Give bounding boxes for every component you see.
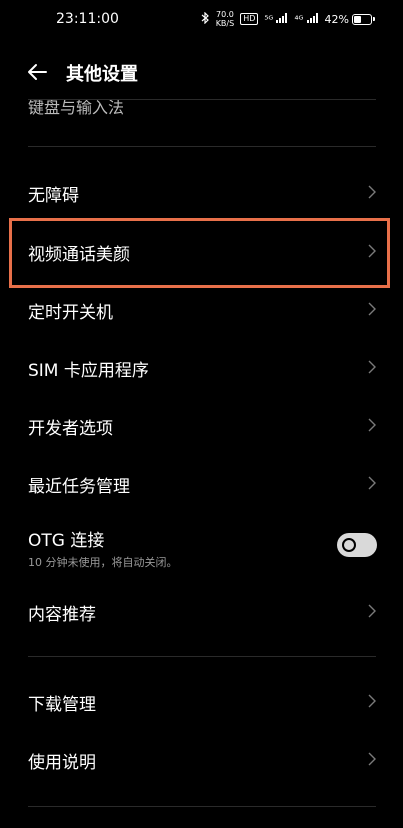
- list-item-developer-options[interactable]: 开发者选项: [0, 396, 403, 454]
- chevron-right-icon: [368, 604, 376, 618]
- bluetooth-icon: [200, 11, 210, 27]
- list-item-content-recommend[interactable]: 内容推荐: [0, 582, 403, 640]
- net-speed-unit: KB/S: [215, 19, 235, 28]
- item-label: 视频通话美颜: [28, 245, 130, 265]
- item-label: 下载管理: [28, 695, 96, 715]
- item-label: SIM 卡应用程序: [28, 361, 149, 381]
- back-arrow-icon[interactable]: [26, 61, 48, 83]
- chevron-right-icon: [368, 476, 376, 490]
- item-label: 无障碍: [28, 186, 79, 206]
- section-divider: [28, 146, 376, 147]
- item-label: 键盘与输入法: [28, 100, 125, 117]
- chevron-right-icon: [368, 302, 376, 316]
- item-label: 开发者选项: [28, 419, 113, 439]
- section-divider: [28, 656, 376, 657]
- otg-toggle[interactable]: [337, 533, 377, 557]
- item-label: 内容推荐: [28, 605, 96, 625]
- net-speed-value: 70.0: [216, 10, 234, 19]
- page-title: 其他设置: [66, 64, 138, 85]
- list-item-download-manager[interactable]: 下载管理: [0, 672, 403, 730]
- item-label: 使用说明: [28, 753, 96, 773]
- item-label: OTG 连接: [28, 531, 105, 551]
- section-divider: [28, 806, 376, 807]
- chevron-right-icon: [368, 360, 376, 374]
- status-bar: 23:11:00 70.0 KB/S HD ⁵ᴳ ⁴ᴳ 42%: [0, 0, 403, 38]
- list-item-video-call-beauty[interactable]: 视频通话美颜: [0, 222, 403, 280]
- status-icons: 70.0 KB/S HD ⁵ᴳ ⁴ᴳ 42%: [200, 10, 375, 28]
- signal-label-2: ⁴ᴳ: [294, 14, 304, 26]
- status-time: 23:11:00: [56, 11, 119, 27]
- chevron-right-icon: [368, 418, 376, 432]
- header: 其他设置: [0, 52, 403, 92]
- list-item-keyboard-input[interactable]: 键盘与输入法: [0, 100, 403, 118]
- toggle-knob: [342, 538, 356, 552]
- net-speed: 70.0 KB/S: [216, 10, 235, 28]
- chevron-right-icon: [368, 244, 376, 258]
- chevron-right-icon: [368, 185, 376, 199]
- list-item-accessibility[interactable]: 无障碍: [0, 163, 403, 221]
- list-item-user-guide[interactable]: 使用说明: [0, 730, 403, 788]
- signal-label-1: ⁵ᴳ: [264, 14, 274, 26]
- hd-badge: HD: [240, 13, 259, 25]
- list-item-recent-tasks[interactable]: 最近任务管理: [0, 454, 403, 512]
- signal-icon-2: ⁴ᴳ: [294, 12, 318, 26]
- chevron-right-icon: [368, 694, 376, 708]
- chevron-right-icon: [368, 752, 376, 766]
- list-item-scheduled-power[interactable]: 定时开关机: [0, 280, 403, 338]
- battery-indicator: 42%: [325, 13, 375, 26]
- battery-percent: 42%: [324, 12, 349, 26]
- battery-icon: [352, 13, 372, 25]
- item-sublabel: 10 分钟未使用，将自动关闭。: [28, 556, 178, 569]
- signal-icon-1: ⁵ᴳ: [264, 12, 288, 26]
- list-item-sim-apps[interactable]: SIM 卡应用程序: [0, 338, 403, 396]
- item-label: 定时开关机: [28, 303, 113, 323]
- item-label: 最近任务管理: [28, 477, 130, 497]
